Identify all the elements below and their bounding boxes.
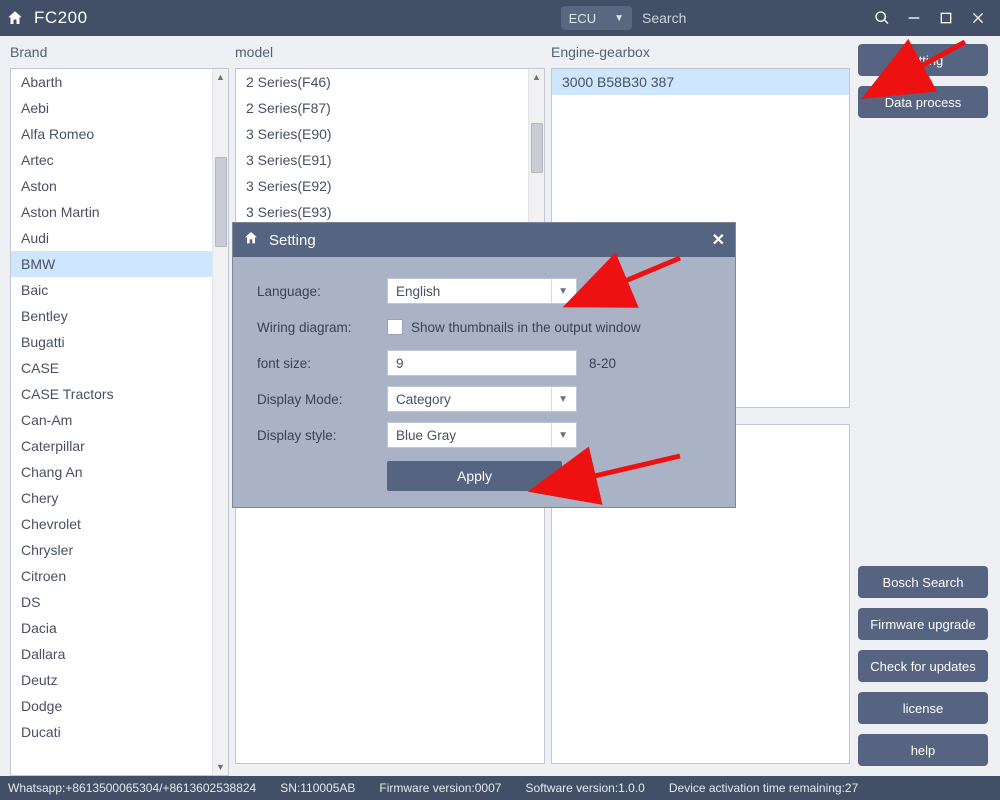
status-software: Software version:1.0.0	[525, 781, 644, 795]
model-label: model	[235, 44, 545, 60]
language-label: Language:	[257, 284, 387, 299]
list-item[interactable]: CASE Tractors	[11, 381, 228, 407]
action-button-firmware-upgrade[interactable]: Firmware upgrade	[858, 608, 988, 640]
action-button-setting[interactable]: Setting	[858, 44, 988, 76]
dialog-close-button[interactable]: ✕	[712, 230, 725, 250]
action-button-license[interactable]: license	[858, 692, 988, 724]
list-item[interactable]: Chevrolet	[11, 511, 228, 537]
list-item[interactable]: Aston Martin	[11, 199, 228, 225]
home-icon	[243, 230, 259, 250]
list-item[interactable]: Chang An	[11, 459, 228, 485]
brand-column: Brand AbarthAebiAlfa RomeoArtecAstonAsto…	[0, 36, 235, 776]
chevron-down-icon: ▼	[614, 13, 624, 24]
displaymode-select[interactable]: Category ▼	[387, 386, 577, 412]
close-button[interactable]	[962, 0, 994, 36]
chevron-down-icon: ▼	[551, 387, 568, 411]
language-select[interactable]: English ▼	[387, 278, 577, 304]
status-sn: SN:110005AB	[280, 781, 355, 795]
list-item[interactable]: Aebi	[11, 95, 228, 121]
fontsize-field[interactable]	[396, 356, 568, 371]
list-item[interactable]: Bentley	[11, 303, 228, 329]
fontsize-label: font size:	[257, 356, 387, 371]
status-whatsapp: Whatsapp:+8613500065304/+8613602538824	[8, 781, 256, 795]
chevron-down-icon: ▼	[551, 279, 568, 303]
chevron-down-icon: ▼	[551, 423, 568, 447]
displaymode-label: Display Mode:	[257, 392, 387, 407]
brand-listbox[interactable]: AbarthAebiAlfa RomeoArtecAstonAston Mart…	[10, 68, 229, 776]
dialog-title: Setting	[269, 232, 316, 249]
list-item[interactable]: Alfa Romeo	[11, 121, 228, 147]
dialog-title-bar[interactable]: Setting ✕	[233, 223, 735, 257]
scroll-down-icon[interactable]: ▼	[213, 759, 228, 775]
list-item[interactable]: Can-Am	[11, 407, 228, 433]
list-item[interactable]: Audi	[11, 225, 228, 251]
actions-column: Setting Data process Bosch Search Firmware…	[856, 36, 1000, 776]
scroll-up-icon[interactable]: ▲	[529, 69, 544, 85]
displaystyle-label: Display style:	[257, 428, 387, 443]
list-item[interactable]: 3 Series(E90)	[236, 121, 544, 147]
displaystyle-select[interactable]: Blue Gray ▼	[387, 422, 577, 448]
displaymode-value: Category	[396, 392, 451, 407]
list-item[interactable]: 3 Series(E91)	[236, 147, 544, 173]
list-item[interactable]: BMW	[11, 251, 228, 277]
list-item[interactable]: Ducati	[11, 719, 228, 745]
engine-label: Engine-gearbox	[551, 44, 850, 60]
scrollbar[interactable]: ▲ ▼	[212, 69, 228, 775]
list-item[interactable]: Deutz	[11, 667, 228, 693]
list-item[interactable]: Aston	[11, 173, 228, 199]
list-item[interactable]: Dallara	[11, 641, 228, 667]
scroll-up-icon[interactable]: ▲	[213, 69, 228, 85]
action-button-check-for-updates[interactable]: Check for updates	[858, 650, 988, 682]
filter-dropdown-value: ECU	[569, 11, 596, 26]
list-item[interactable]: Abarth	[11, 69, 228, 95]
action-button-data-process[interactable]: Data process	[858, 86, 988, 118]
status-activation: Device activation time remaining:27	[669, 781, 858, 795]
list-item[interactable]: CASE	[11, 355, 228, 381]
list-item[interactable]: Dodge	[11, 693, 228, 719]
list-item[interactable]: Dacia	[11, 615, 228, 641]
scroll-thumb[interactable]	[215, 157, 227, 247]
list-item[interactable]: Artec	[11, 147, 228, 173]
minimize-button[interactable]	[898, 0, 930, 36]
language-value: English	[396, 284, 440, 299]
wiring-checkbox-label: Show thumbnails in the output window	[411, 320, 641, 335]
fontsize-input[interactable]	[387, 350, 577, 376]
list-item[interactable]: Baic	[11, 277, 228, 303]
settings-dialog: Setting ✕ Language: English ▼ Wiring dia…	[232, 222, 736, 508]
filter-dropdown[interactable]: ECU ▼	[561, 6, 632, 30]
list-item[interactable]: 2 Series(F46)	[236, 69, 544, 95]
status-bar: Whatsapp:+8613500065304/+8613602538824 S…	[0, 776, 1000, 800]
search-input[interactable]	[636, 6, 866, 30]
list-item[interactable]: Chrysler	[11, 537, 228, 563]
action-button-bosch-search[interactable]: Bosch Search	[858, 566, 988, 598]
list-item[interactable]: 2 Series(F87)	[236, 95, 544, 121]
wiring-label: Wiring diagram:	[257, 320, 387, 335]
action-button-help[interactable]: help	[858, 734, 988, 766]
home-icon[interactable]	[6, 9, 24, 27]
status-firmware: Firmware version:0007	[379, 781, 501, 795]
list-item[interactable]: Bugatti	[11, 329, 228, 355]
wiring-checkbox[interactable]	[387, 319, 403, 335]
scroll-thumb[interactable]	[531, 123, 543, 173]
list-item[interactable]: Chery	[11, 485, 228, 511]
title-bar: FC200 ECU ▼	[0, 0, 1000, 36]
fontsize-hint: 8-20	[589, 356, 616, 371]
dialog-body: Language: English ▼ Wiring diagram: Show…	[233, 257, 735, 505]
list-item[interactable]: 3 Series(E92)	[236, 173, 544, 199]
displaystyle-value: Blue Gray	[396, 428, 456, 443]
app-title: FC200	[34, 8, 88, 28]
list-item[interactable]: DS	[11, 589, 228, 615]
apply-button[interactable]: Apply	[387, 461, 562, 491]
list-item[interactable]: Citroen	[11, 563, 228, 589]
maximize-button[interactable]	[930, 0, 962, 36]
search-button[interactable]	[866, 0, 898, 36]
list-item[interactable]: Caterpillar	[11, 433, 228, 459]
list-item[interactable]: 3000 B58B30 387	[552, 69, 849, 95]
brand-label: Brand	[10, 44, 229, 60]
